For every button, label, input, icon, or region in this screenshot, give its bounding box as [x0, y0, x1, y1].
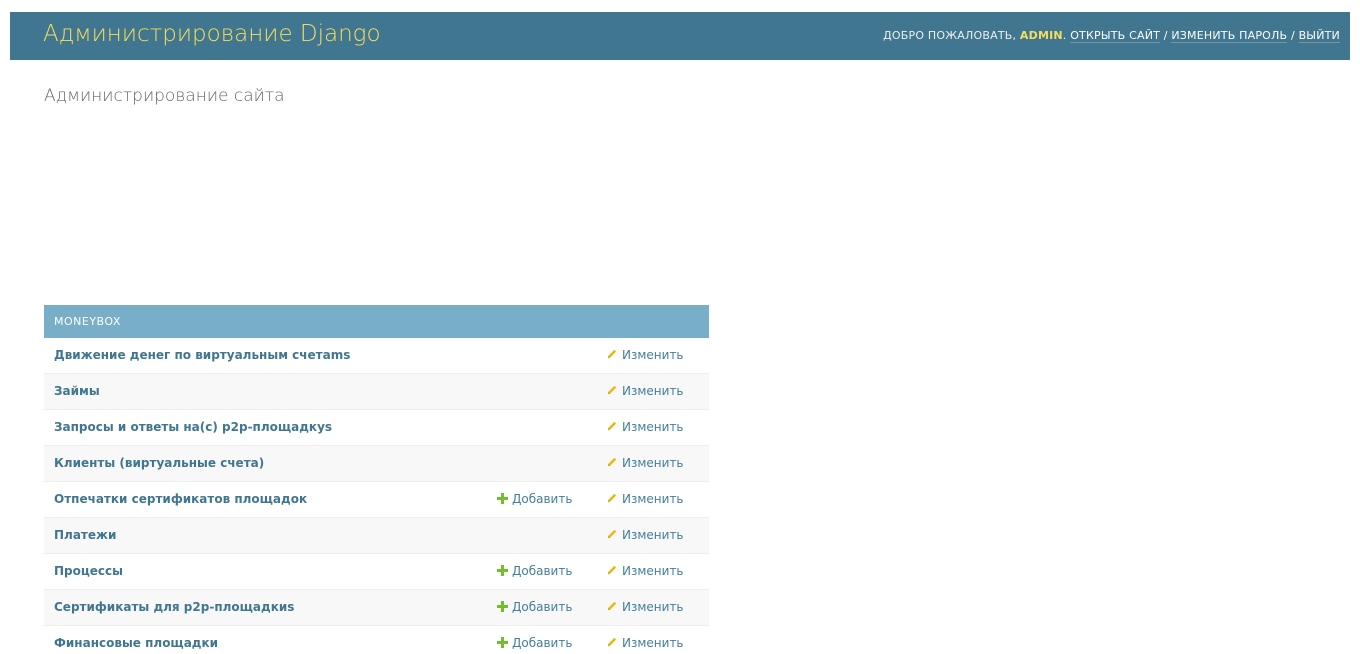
- model-row: Платежи Изменить: [44, 518, 709, 554]
- model-row: Займы Изменить: [44, 374, 709, 410]
- page-title: Администрирование сайта: [44, 86, 285, 106]
- model-link[interactable]: Сертификаты для p2p-площадкиs: [54, 600, 294, 614]
- change-link-label: Изменить: [622, 636, 684, 650]
- change-link[interactable]: Изменить: [606, 528, 684, 542]
- pencil-icon: [608, 457, 617, 466]
- username: ADMIN: [1019, 29, 1063, 42]
- view-site-link[interactable]: ОТКРЫТЬ САЙТ: [1070, 29, 1161, 43]
- change-link-label: Изменить: [622, 600, 684, 614]
- welcome-text: ДОБРО ПОЖАЛОВАТЬ,: [883, 29, 1017, 42]
- pencil-icon: [608, 385, 617, 394]
- pencil-icon: [608, 637, 617, 646]
- model-link[interactable]: Движение денег по виртуальным счетams: [54, 348, 350, 362]
- user-tools: ДОБРО ПОЖАЛОВАТЬ, ADMIN. ОТКРЫТЬ САЙТ / …: [883, 29, 1340, 43]
- model-link[interactable]: Клиенты (виртуальные счета): [54, 456, 264, 470]
- page: Администрирование Django ДОБРО ПОЖАЛОВАТ…: [0, 0, 1360, 654]
- model-row: Запросы и ответы на(с) p2p-площадкуs Изме…: [44, 410, 709, 446]
- header: Администрирование Django ДОБРО ПОЖАЛОВАТ…: [10, 12, 1350, 60]
- username-period: .: [1062, 29, 1067, 42]
- change-link[interactable]: Изменить: [606, 456, 684, 470]
- change-link[interactable]: Изменить: [606, 600, 684, 614]
- app-module-moneybox: MONEYBOX Движение денег по виртуальным с…: [44, 305, 709, 654]
- change-link[interactable]: Изменить: [606, 384, 684, 398]
- change-password-link[interactable]: ИЗМЕНИТЬ ПАРОЛЬ: [1171, 29, 1288, 43]
- pencil-icon: [608, 493, 617, 502]
- model-row: Клиенты (виртуальные счета) Изменить: [44, 446, 709, 482]
- module-caption-link[interactable]: MONEYBOX: [44, 305, 709, 338]
- model-row: Отпечатки сертификатов площадок Добавить И…: [44, 482, 709, 518]
- change-link-label: Изменить: [622, 528, 684, 542]
- model-link[interactable]: Отпечатки сертификатов площадок: [54, 492, 307, 506]
- add-link-label: Добавить: [512, 600, 573, 614]
- add-link-label: Добавить: [512, 564, 573, 578]
- change-link[interactable]: Изменить: [606, 348, 684, 362]
- model-link[interactable]: Платежи: [54, 528, 116, 542]
- add-link[interactable]: Добавить: [497, 636, 572, 650]
- change-link-label: Изменить: [622, 492, 684, 506]
- change-link[interactable]: Изменить: [606, 564, 684, 578]
- logout-link[interactable]: ВЫЙТИ: [1298, 29, 1340, 43]
- plus-icon: [497, 565, 508, 576]
- model-link[interactable]: Займы: [54, 384, 100, 398]
- plus-icon: [497, 637, 508, 648]
- change-link[interactable]: Изменить: [606, 420, 684, 434]
- model-link[interactable]: Процессы: [54, 564, 123, 578]
- model-row: Движение денег по виртуальным счетams Изм…: [44, 338, 709, 374]
- model-row: Сертификаты для p2p-площадкиs Добавить Изм…: [44, 590, 709, 626]
- model-link[interactable]: Финансовые площадки: [54, 636, 218, 650]
- pencil-icon: [608, 421, 617, 430]
- change-link-label: Изменить: [622, 348, 684, 362]
- model-row: Финансовые площадки Добавить Изменить: [44, 626, 709, 654]
- change-link-label: Изменить: [622, 420, 684, 434]
- model-row: Процессы Добавить Изменить: [44, 554, 709, 590]
- add-link[interactable]: Добавить: [497, 492, 572, 506]
- change-link[interactable]: Изменить: [606, 636, 684, 650]
- pencil-icon: [608, 349, 617, 358]
- site-brand-link[interactable]: Администрирование Django: [43, 21, 381, 47]
- pencil-icon: [608, 565, 617, 574]
- separator: /: [1163, 29, 1168, 42]
- add-link[interactable]: Добавить: [497, 600, 572, 614]
- pencil-icon: [608, 601, 617, 610]
- add-link[interactable]: Добавить: [497, 564, 572, 578]
- add-link-label: Добавить: [512, 636, 573, 650]
- model-list: Движение денег по виртуальным счетams Изм…: [44, 338, 709, 654]
- separator: /: [1290, 29, 1295, 42]
- plus-icon: [497, 493, 508, 504]
- model-link[interactable]: Запросы и ответы на(с) p2p-площадкуs: [54, 420, 332, 434]
- pencil-icon: [608, 529, 617, 538]
- change-link-label: Изменить: [622, 384, 684, 398]
- change-link-label: Изменить: [622, 456, 684, 470]
- add-link-label: Добавить: [512, 492, 573, 506]
- change-link[interactable]: Изменить: [606, 492, 684, 506]
- plus-icon: [497, 601, 508, 612]
- change-link-label: Изменить: [622, 564, 684, 578]
